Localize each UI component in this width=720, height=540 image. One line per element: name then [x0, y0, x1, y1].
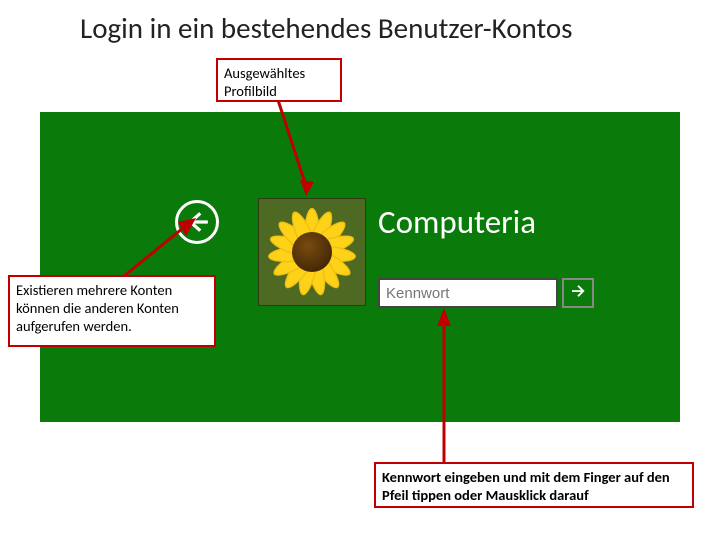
- sunflower-icon: [259, 199, 365, 305]
- arrow-left-icon: [184, 209, 210, 235]
- username-label: Computeria: [378, 202, 536, 242]
- callout-profile-picture: Ausgewähltes Profilbild: [216, 58, 342, 102]
- page-title: Login in ein bestehendes Benutzer-Kontos: [80, 10, 660, 46]
- password-row: [378, 278, 598, 308]
- profile-picture: [258, 198, 366, 306]
- arrow-right-icon: [569, 282, 587, 305]
- callout-password: Kennwort eingeben und mit dem Finger auf…: [374, 462, 694, 508]
- slide: Login in ein bestehendes Benutzer-Kontos: [0, 0, 720, 540]
- submit-button[interactable]: [562, 278, 594, 308]
- password-input[interactable]: [378, 278, 558, 308]
- switch-user-button[interactable]: [175, 200, 219, 244]
- callout-switch-user: Existieren mehrere Konten können die and…: [8, 275, 216, 347]
